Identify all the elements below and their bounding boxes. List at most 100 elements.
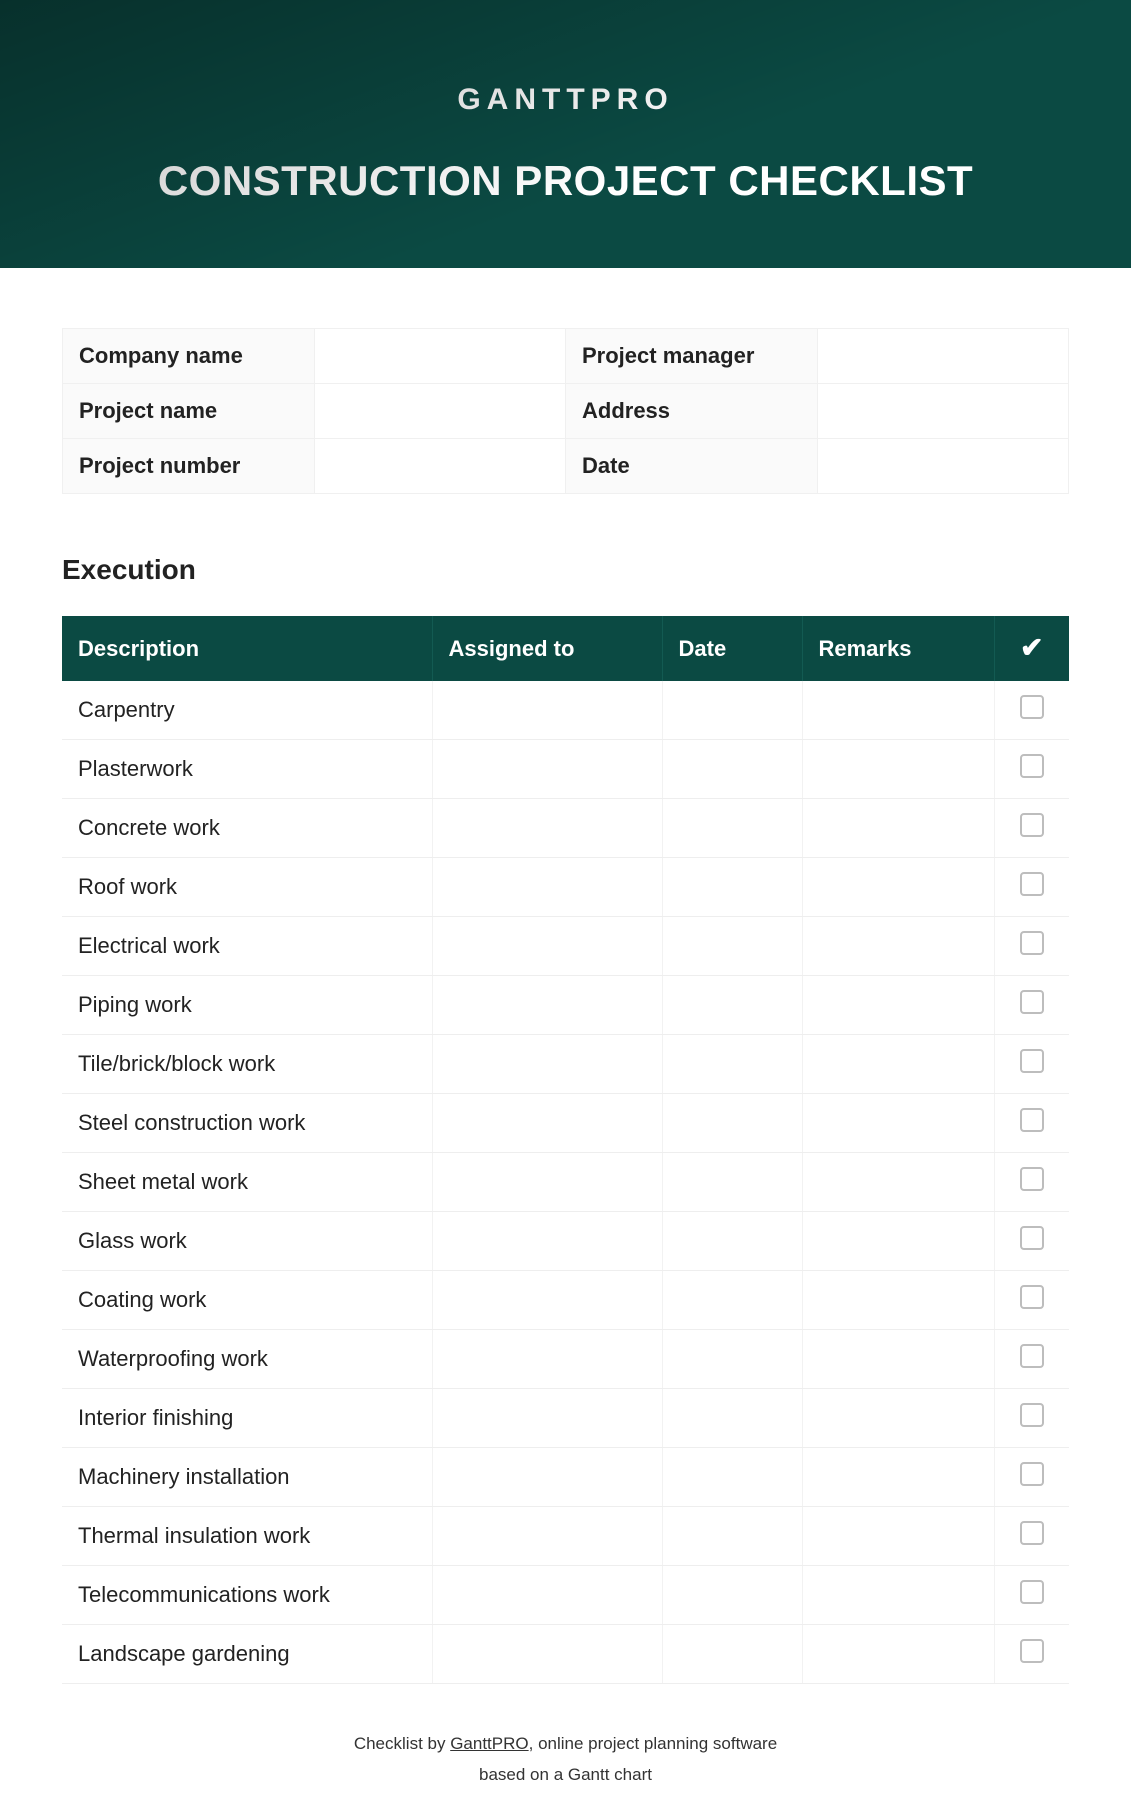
cell-remarks[interactable] — [802, 1389, 994, 1448]
cell-date[interactable] — [662, 1507, 802, 1566]
info-row: Project numberDate — [63, 439, 1069, 494]
cell-date[interactable] — [662, 917, 802, 976]
table-row: Landscape gardening — [62, 1625, 1069, 1684]
table-row: Telecommunications work — [62, 1566, 1069, 1625]
cell-description: Machinery installation — [62, 1448, 432, 1507]
cell-check — [994, 1507, 1069, 1566]
cell-description: Interior finishing — [62, 1389, 432, 1448]
cell-remarks[interactable] — [802, 976, 994, 1035]
checkbox[interactable] — [1020, 695, 1044, 719]
cell-date[interactable] — [662, 1271, 802, 1330]
cell-remarks[interactable] — [802, 1035, 994, 1094]
table-row: Waterproofing work — [62, 1330, 1069, 1389]
cell-description: Coating work — [62, 1271, 432, 1330]
cell-assigned[interactable] — [432, 740, 662, 799]
cell-remarks[interactable] — [802, 1507, 994, 1566]
cell-remarks[interactable] — [802, 1330, 994, 1389]
cell-check — [994, 1625, 1069, 1684]
checkbox[interactable] — [1020, 1521, 1044, 1545]
cell-assigned[interactable] — [432, 1094, 662, 1153]
cell-remarks[interactable] — [802, 1153, 994, 1212]
cell-date[interactable] — [662, 740, 802, 799]
cell-check — [994, 799, 1069, 858]
project-info-table: Company nameProject managerProject nameA… — [62, 328, 1069, 494]
cell-assigned[interactable] — [432, 1035, 662, 1094]
cell-check — [994, 740, 1069, 799]
cell-date[interactable] — [662, 1212, 802, 1271]
info-label-right: Date — [566, 439, 818, 494]
checkbox[interactable] — [1020, 1049, 1044, 1073]
cell-remarks[interactable] — [802, 1271, 994, 1330]
cell-date[interactable] — [662, 1566, 802, 1625]
info-value-right[interactable] — [817, 384, 1069, 439]
cell-remarks[interactable] — [802, 858, 994, 917]
cell-remarks[interactable] — [802, 1625, 994, 1684]
info-value-right[interactable] — [817, 329, 1069, 384]
cell-date[interactable] — [662, 1035, 802, 1094]
cell-remarks[interactable] — [802, 1094, 994, 1153]
cell-assigned[interactable] — [432, 1566, 662, 1625]
cell-assigned[interactable] — [432, 799, 662, 858]
checkbox[interactable] — [1020, 872, 1044, 896]
footer-brand-link[interactable]: GanttPRO — [450, 1734, 528, 1753]
cell-date[interactable] — [662, 1330, 802, 1389]
cell-date[interactable] — [662, 1448, 802, 1507]
cell-remarks[interactable] — [802, 1448, 994, 1507]
checkbox[interactable] — [1020, 1462, 1044, 1486]
cell-date[interactable] — [662, 1625, 802, 1684]
cell-assigned[interactable] — [432, 1389, 662, 1448]
checkbox[interactable] — [1020, 1167, 1044, 1191]
cell-check — [994, 1153, 1069, 1212]
cell-assigned[interactable] — [432, 1212, 662, 1271]
cell-assigned[interactable] — [432, 976, 662, 1035]
cell-date[interactable] — [662, 976, 802, 1035]
checkbox[interactable] — [1020, 1108, 1044, 1132]
cell-description: Thermal insulation work — [62, 1507, 432, 1566]
cell-assigned[interactable] — [432, 1625, 662, 1684]
checkbox[interactable] — [1020, 1403, 1044, 1427]
checkbox[interactable] — [1020, 1580, 1044, 1604]
checkbox[interactable] — [1020, 990, 1044, 1014]
cell-assigned[interactable] — [432, 1448, 662, 1507]
cell-assigned[interactable] — [432, 858, 662, 917]
info-value-right[interactable] — [817, 439, 1069, 494]
table-row: Tile/brick/block work — [62, 1035, 1069, 1094]
cell-remarks[interactable] — [802, 799, 994, 858]
checkbox[interactable] — [1020, 813, 1044, 837]
cell-remarks[interactable] — [802, 1212, 994, 1271]
checkbox[interactable] — [1020, 1639, 1044, 1663]
cell-date[interactable] — [662, 858, 802, 917]
cell-description: Plasterwork — [62, 740, 432, 799]
cell-remarks[interactable] — [802, 740, 994, 799]
info-value-left[interactable] — [314, 439, 566, 494]
checkbox[interactable] — [1020, 1344, 1044, 1368]
cell-assigned[interactable] — [432, 681, 662, 740]
cell-remarks[interactable] — [802, 1566, 994, 1625]
info-value-left[interactable] — [314, 329, 566, 384]
cell-assigned[interactable] — [432, 1153, 662, 1212]
page-title: CONSTRUCTION PROJECT CHECKLIST — [158, 157, 973, 205]
cell-date[interactable] — [662, 1389, 802, 1448]
cell-description: Sheet metal work — [62, 1153, 432, 1212]
cell-assigned[interactable] — [432, 1507, 662, 1566]
cell-remarks[interactable] — [802, 917, 994, 976]
info-value-left[interactable] — [314, 384, 566, 439]
col-header-assigned: Assigned to — [432, 616, 662, 681]
cell-date[interactable] — [662, 1153, 802, 1212]
hero-banner: GANTTPRO CONSTRUCTION PROJECT CHECKLIST — [0, 0, 1131, 268]
cell-check — [994, 1271, 1069, 1330]
checkbox[interactable] — [1020, 754, 1044, 778]
cell-assigned[interactable] — [432, 1271, 662, 1330]
cell-assigned[interactable] — [432, 917, 662, 976]
cell-remarks[interactable] — [802, 681, 994, 740]
cell-description: Tile/brick/block work — [62, 1035, 432, 1094]
cell-check — [994, 917, 1069, 976]
cell-assigned[interactable] — [432, 1330, 662, 1389]
table-row: Interior finishing — [62, 1389, 1069, 1448]
cell-date[interactable] — [662, 1094, 802, 1153]
checkbox[interactable] — [1020, 1226, 1044, 1250]
checkbox[interactable] — [1020, 1285, 1044, 1309]
cell-date[interactable] — [662, 799, 802, 858]
cell-date[interactable] — [662, 681, 802, 740]
checkbox[interactable] — [1020, 931, 1044, 955]
